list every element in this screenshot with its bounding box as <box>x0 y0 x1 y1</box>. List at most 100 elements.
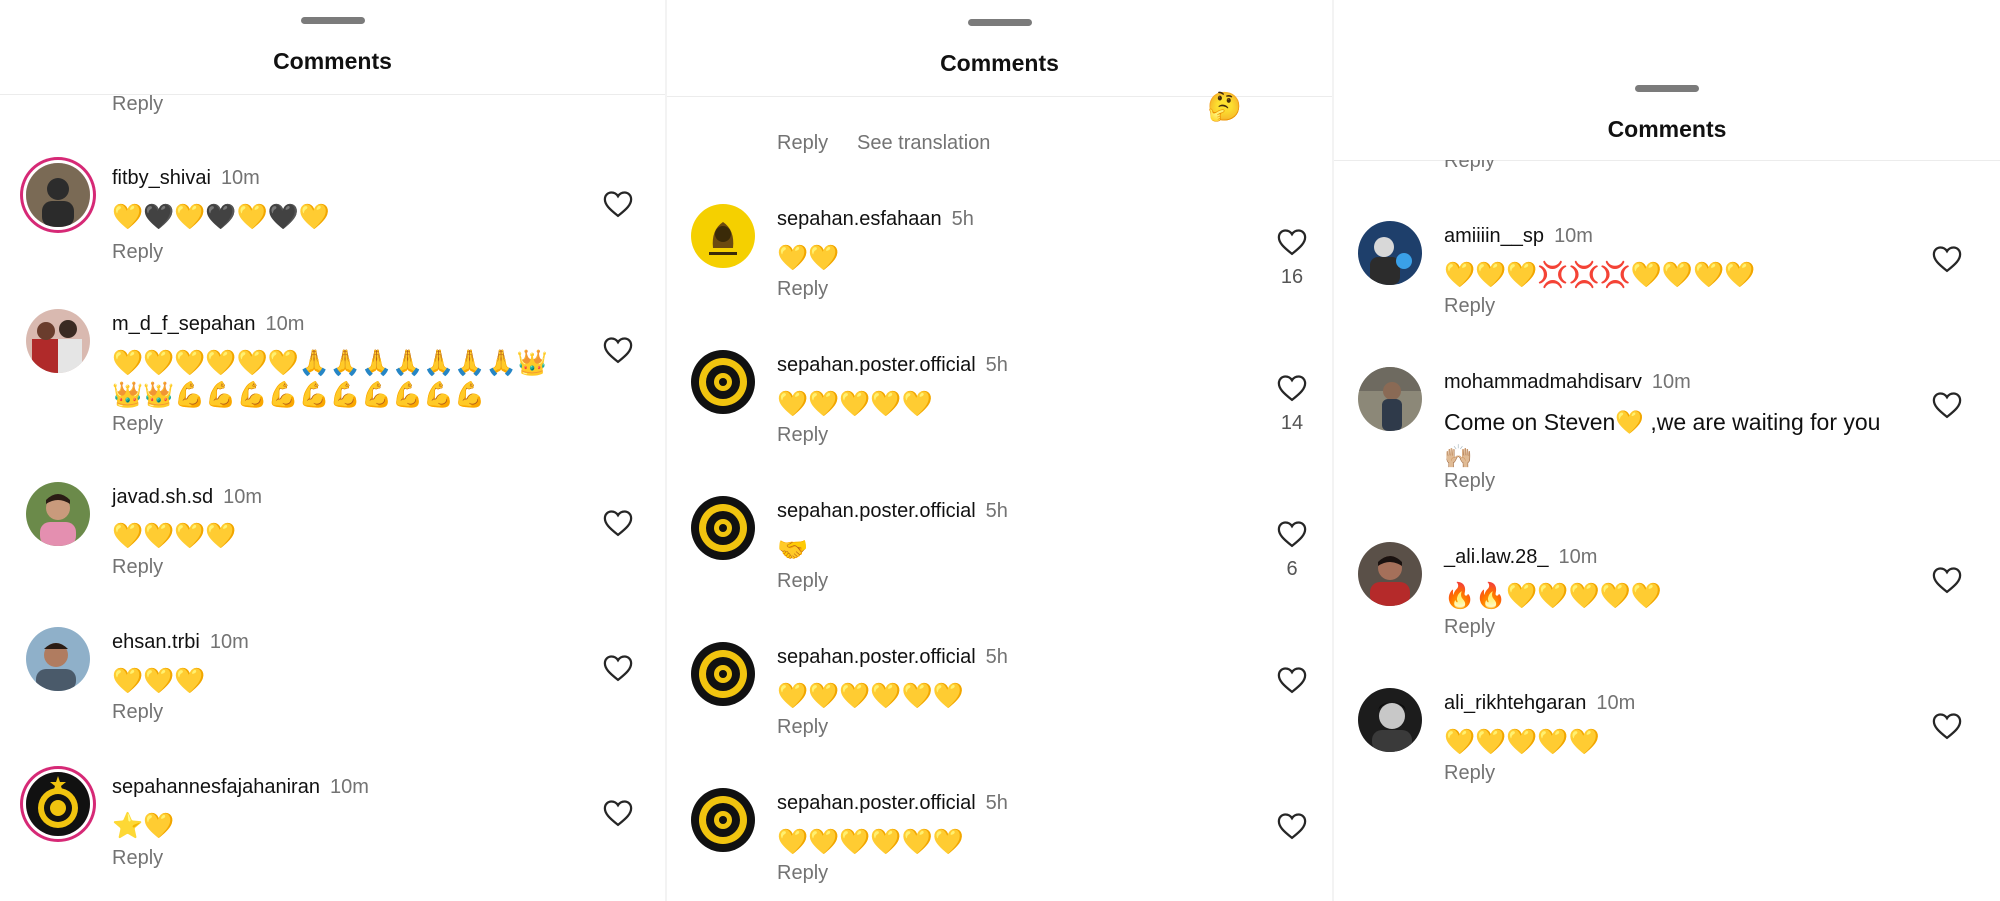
comment-username[interactable]: amiiiin__sp 10m <box>1444 225 1593 248</box>
comment-time: 10m <box>209 631 249 653</box>
reply-button[interactable]: Reply <box>112 93 163 116</box>
comment-username[interactable]: sepahan.poster.official 5h <box>777 500 1008 523</box>
avatar[interactable] <box>26 163 90 227</box>
comment-text: 💛💛💛💛 <box>112 522 237 550</box>
heart-icon[interactable] <box>1277 374 1307 402</box>
avatar[interactable] <box>26 627 90 691</box>
avatar[interactable] <box>1358 221 1422 285</box>
comment-time: 5h <box>951 208 974 230</box>
heart-icon[interactable] <box>1932 391 1962 419</box>
comment-username[interactable]: _ali.law.28_ 10m <box>1444 546 1597 569</box>
comment-item: javad.sh.sd 10m 💛💛💛💛 Reply <box>0 482 665 622</box>
avatar[interactable] <box>26 772 90 836</box>
drag-handle[interactable] <box>1635 85 1699 92</box>
like-count: 16 <box>1280 266 1304 288</box>
reply-button[interactable]: Reply <box>112 413 163 436</box>
reply-button[interactable]: Reply <box>777 570 828 593</box>
comment-time: 10m <box>265 313 305 335</box>
username-text[interactable]: sepahannesfajahaniran <box>112 776 320 798</box>
comment-item: sepahan.poster.official 5h 💛💛💛💛💛 Reply 14 <box>667 350 1332 490</box>
comment-text: 💛💛💛💛💛 <box>1444 728 1600 756</box>
username-text[interactable]: javad.sh.sd <box>112 486 213 508</box>
avatar[interactable] <box>691 204 755 268</box>
reply-button[interactable]: Reply <box>777 278 828 301</box>
heart-icon[interactable] <box>603 190 633 218</box>
comment-time: 10m <box>223 486 263 508</box>
avatar[interactable] <box>1358 688 1422 752</box>
drag-handle[interactable] <box>300 17 365 24</box>
username-text[interactable]: sepahan.poster.official <box>777 646 976 668</box>
reply-button[interactable]: Reply <box>112 241 163 264</box>
comment-time: 10m <box>1596 692 1636 714</box>
reply-button[interactable]: Reply <box>777 716 828 739</box>
comment-time: 10m <box>1558 546 1598 568</box>
comment-text: 💛💛💛💢💢💢💛💛💛💛 <box>1444 261 1756 289</box>
comment-username[interactable]: sepahannesfajahaniran 10m <box>112 776 369 799</box>
heart-icon[interactable] <box>1277 520 1307 548</box>
drag-handle[interactable] <box>967 19 1032 26</box>
reply-button[interactable]: Reply <box>1444 470 1495 493</box>
heart-icon[interactable] <box>1932 566 1962 594</box>
comment-text: 💛💛💛💛💛💛 <box>777 682 964 710</box>
comment-emoji: 🤔 <box>1207 91 1242 122</box>
comment-item: sepahannesfajahaniran 10m ⭐💛 Reply <box>0 772 665 901</box>
avatar[interactable] <box>691 788 755 852</box>
comment-username[interactable]: sepahan.poster.official 5h <box>777 792 1008 815</box>
reply-button[interactable]: Reply <box>1444 616 1495 639</box>
username-text[interactable]: ehsan.trbi <box>112 631 200 653</box>
comment-text: 💛💛💛 <box>112 667 206 695</box>
avatar[interactable] <box>26 482 90 546</box>
reply-button[interactable]: Reply <box>112 847 163 870</box>
username-text[interactable]: sepahan.poster.official <box>777 354 976 376</box>
username-text[interactable]: mohammadmahdisarv <box>1444 371 1642 393</box>
username-text[interactable]: sepahan.poster.official <box>777 500 976 522</box>
comment-text: 💛💛💛💛💛 <box>777 390 933 418</box>
reply-button[interactable]: Reply <box>112 556 163 579</box>
username-text[interactable]: sepahan.esfahaan <box>777 208 942 230</box>
heart-icon[interactable] <box>603 509 633 537</box>
username-text[interactable]: m_d_f_sepahan <box>112 313 255 335</box>
reply-button[interactable]: Reply <box>112 701 163 724</box>
avatar[interactable] <box>691 496 755 560</box>
avatar[interactable] <box>691 642 755 706</box>
see-translation-link[interactable]: See translation <box>857 132 990 155</box>
heart-icon[interactable] <box>1277 812 1307 840</box>
sheet-header: Comments <box>1334 60 2000 161</box>
reply-button[interactable]: Reply <box>777 862 828 885</box>
heart-icon[interactable] <box>603 654 633 682</box>
username-text[interactable]: amiiiin__sp <box>1444 225 1544 247</box>
username-text[interactable]: ali_rikhtehgaran <box>1444 692 1586 714</box>
avatar[interactable] <box>1358 367 1422 431</box>
avatar[interactable] <box>1358 542 1422 606</box>
comment-username[interactable]: sepahan.poster.official 5h <box>777 646 1008 669</box>
reply-button[interactable]: Reply <box>1444 295 1495 318</box>
like-count: 14 <box>1280 412 1304 434</box>
comment-username[interactable]: ali_rikhtehgaran 10m <box>1444 692 1635 715</box>
heart-icon[interactable] <box>1932 712 1962 740</box>
comment-username[interactable]: mohammadmahdisarv 10m <box>1444 371 1691 394</box>
reply-button[interactable]: Reply <box>1444 762 1495 785</box>
reply-button[interactable]: Reply <box>777 132 828 155</box>
comment-username[interactable]: sepahan.poster.official 5h <box>777 354 1008 377</box>
comment-username[interactable]: m_d_f_sepahan 10m <box>112 313 304 336</box>
heart-icon[interactable] <box>1277 666 1307 694</box>
heart-icon[interactable] <box>1932 245 1962 273</box>
comment-item: sepahan.poster.official 5h 💛💛💛💛💛💛 Reply <box>667 642 1332 782</box>
sheet-title: Comments <box>1607 116 1727 142</box>
username-text[interactable]: _ali.law.28_ <box>1444 546 1549 568</box>
comment-username[interactable]: javad.sh.sd 10m <box>112 486 262 509</box>
comment-username[interactable]: ehsan.trbi 10m <box>112 631 249 654</box>
avatar[interactable] <box>691 350 755 414</box>
comment-time: 10m <box>220 167 260 189</box>
heart-icon[interactable] <box>603 336 633 364</box>
avatar[interactable] <box>26 309 90 373</box>
comment-username[interactable]: fitby_shivai 10m <box>112 167 260 190</box>
username-text[interactable]: sepahan.poster.official <box>777 792 976 814</box>
heart-icon[interactable] <box>1277 228 1307 256</box>
sheet-title: Comments <box>940 50 1059 76</box>
reply-button[interactable]: Reply <box>777 424 828 447</box>
heart-icon[interactable] <box>603 799 633 827</box>
comment-text: Come on Steven💛 ,we are waiting for you … <box>1444 409 1881 469</box>
username-text[interactable]: fitby_shivai <box>112 167 211 189</box>
comment-username[interactable]: sepahan.esfahaan 5h <box>777 208 974 231</box>
